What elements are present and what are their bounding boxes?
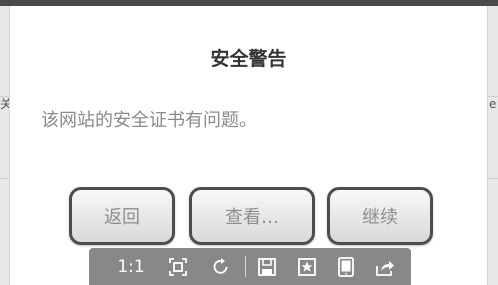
tablet-icon[interactable] [334,253,358,280]
dialog-message: 该网站的安全证书有问题。 [41,110,257,131]
bookmark-star-icon[interactable] [295,253,319,280]
back-button[interactable]: 返回 [69,187,175,245]
save-icon[interactable] [255,253,279,280]
toolbar-separator [245,256,246,277]
fit-screen-icon[interactable] [166,253,190,280]
security-warning-dialog: 安全警告 该网站的安全证书有问题。 返回 查看… 继续 [9,6,488,285]
view-certificate-button[interactable]: 查看… [189,187,315,245]
rotate-icon[interactable] [209,253,233,280]
continue-button[interactable]: 继续 [327,187,433,245]
zoom-actual-size-button[interactable]: 1:1 [111,253,151,280]
viewer-toolbar: 1:1 [89,248,411,285]
share-icon[interactable] [373,253,397,280]
backdrop-text-fragment: e [489,97,497,111]
dialog-title: 安全警告 [210,48,287,70]
